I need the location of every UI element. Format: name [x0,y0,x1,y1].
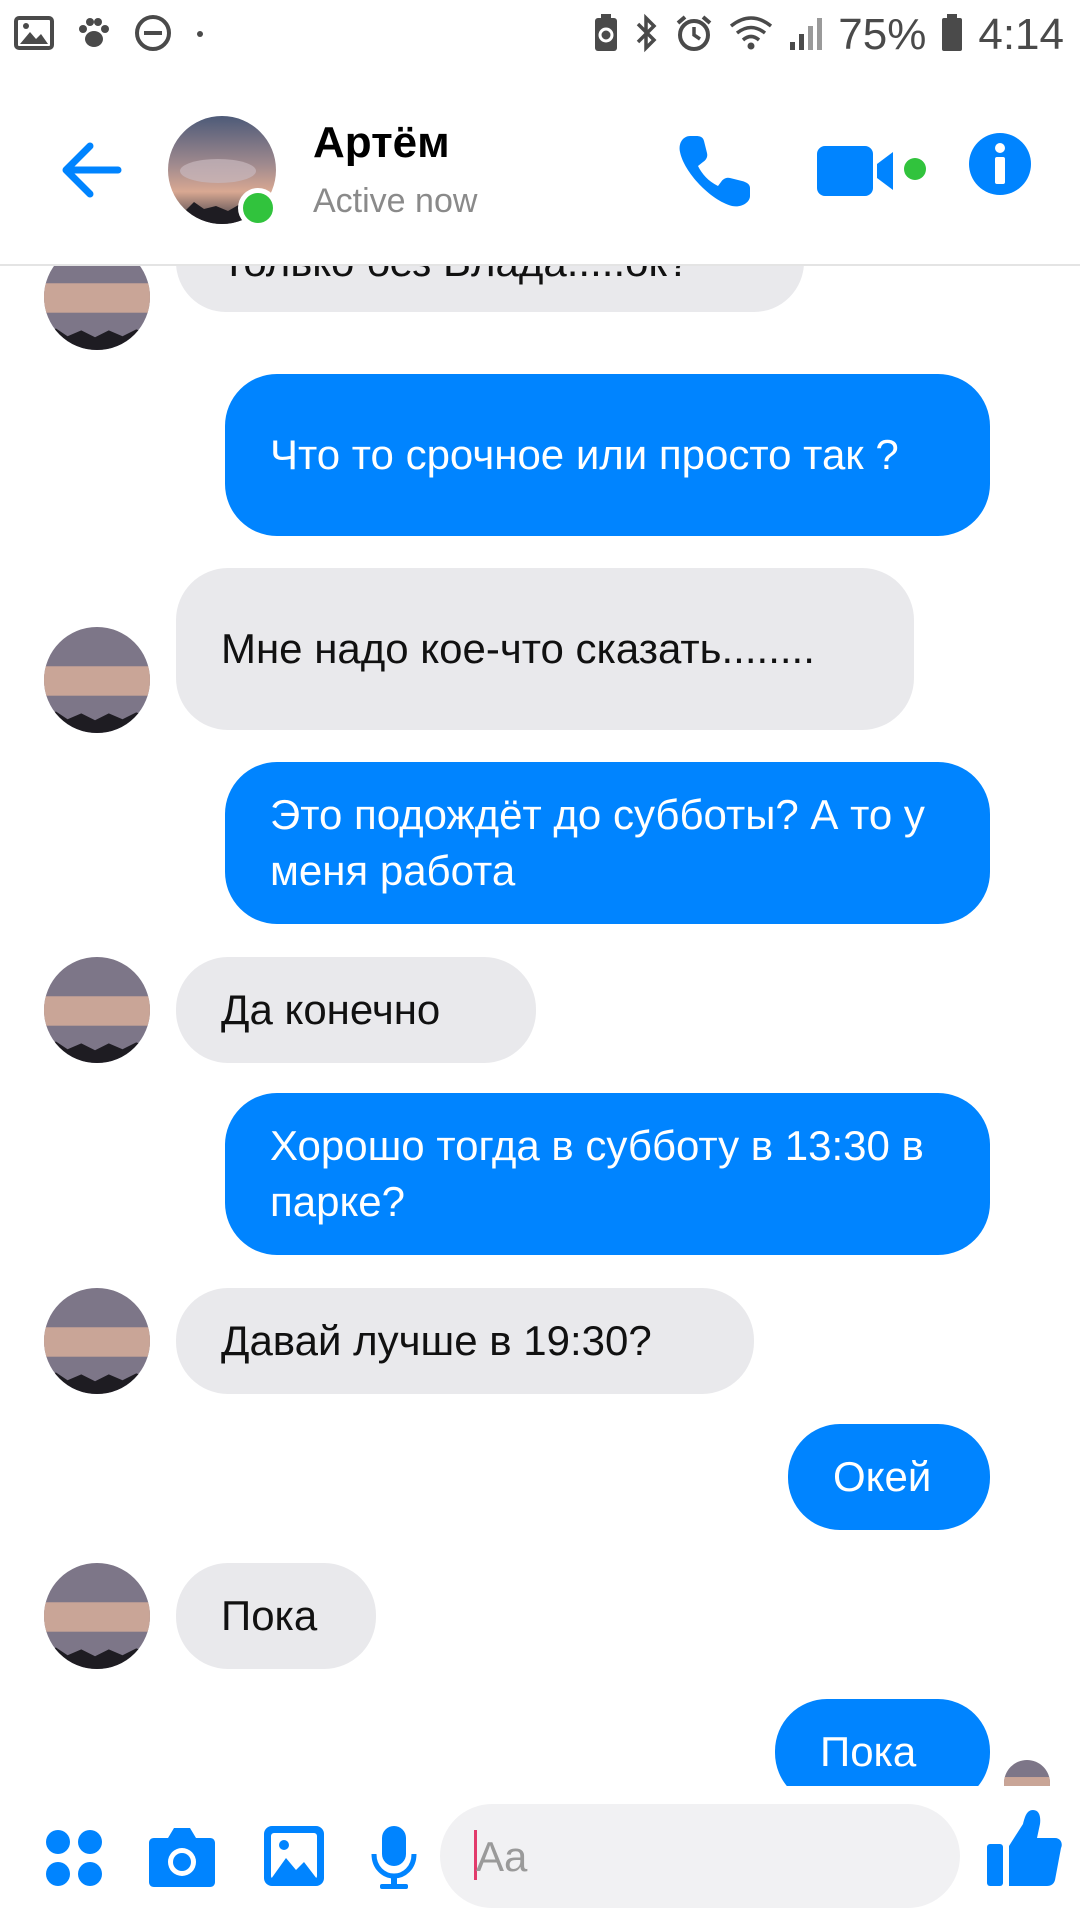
signal-icon [788,14,824,57]
do-not-disturb-icon [134,14,172,57]
message-thread[interactable]: Только без Влада.....ок? Что то срочное … [0,266,1080,1786]
four-dots-icon [46,1830,102,1886]
battery-percent: 75% [838,10,927,59]
seen-receipt-avatar [1004,1760,1050,1786]
messenger-screen: 75% 4:14 Артём Active now Что то срочное… [0,0,1080,1920]
message-text: Да конечно [221,986,441,1033]
thumbs-up-icon [987,1810,1062,1886]
sky-photo-icon [44,266,150,350]
message-text: Пока [221,1592,318,1639]
message-bubble-incoming[interactable]: Пока [176,1563,376,1669]
message-text: Давай лучше в 19:30? [221,1317,652,1364]
sender-avatar[interactable] [44,1288,150,1394]
sky-photo-icon [44,957,150,1063]
gallery-icon [14,16,54,55]
clock-time: 4:14 [978,10,1064,59]
voice-call-button[interactable] [670,126,760,216]
battery-saver-icon [592,13,620,58]
thumbs-up-button[interactable] [985,1806,1063,1890]
camera-button[interactable] [148,1824,216,1893]
message-text: Что то срочное или просто так ? [270,431,899,478]
message-bubble-incoming[interactable]: Да конечно [176,957,536,1063]
image-icon [264,1826,324,1886]
status-left-icons [14,14,206,57]
alarm-icon [674,13,714,58]
message-bubble-incoming[interactable]: Только без Влада.....ок? [176,266,804,312]
back-arrow-icon [62,142,122,198]
status-right-icons: 75% 4:14 [592,10,1064,60]
sender-avatar[interactable] [44,266,150,350]
sender-avatar[interactable] [44,627,150,733]
video-call-button[interactable] [815,136,935,206]
message-bubble-outgoing[interactable]: Окей [788,1424,990,1530]
camera-icon [149,1828,215,1887]
dot-icon [194,27,206,45]
message-text: Это подождёт до субботы? А то у меня раб… [270,791,925,894]
phone-icon [679,136,750,207]
message-bubble-outgoing[interactable]: Что то срочное или просто так ? [225,374,990,536]
message-bubble-incoming[interactable]: Давай лучше в 19:30? [176,1288,754,1394]
message-composer [0,1786,1080,1920]
message-bubble-outgoing[interactable]: Пока [775,1699,990,1786]
message-input-container[interactable] [440,1804,960,1908]
sky-photo-icon [44,627,150,733]
message-text: Пока [820,1728,917,1775]
microphone-icon [371,1826,417,1889]
bluetooth-icon [634,13,660,58]
message-bubble-incoming[interactable]: Мне надо кое-что сказать........ [176,568,914,730]
message-text: Хорошо тогда в субботу в 13:30 в парке? [270,1122,924,1225]
contact-name[interactable]: Артём [313,118,450,168]
contact-active-status: Active now [313,182,478,220]
sender-avatar[interactable] [44,957,150,1063]
message-text: Только без Влада.....ок? [221,266,690,290]
paw-icon [76,15,112,56]
sky-photo-icon [44,1288,150,1394]
message-input[interactable] [474,1826,858,1888]
message-bubble-outgoing[interactable]: Это подождёт до субботы? А то у меня раб… [225,762,990,924]
video-camera-icon [817,146,926,196]
wifi-icon [728,14,774,57]
back-button[interactable] [56,132,132,208]
sky-photo-icon [1004,1760,1050,1786]
info-icon [969,133,1031,195]
active-presence-dot [238,188,278,228]
conversation-header: Артём Active now [0,76,1080,266]
status-bar: 75% 4:14 [0,0,1080,76]
message-bubble-outgoing[interactable]: Хорошо тогда в субботу в 13:30 в парке? [225,1093,990,1255]
gallery-button[interactable] [262,1824,326,1893]
message-text: Мне надо кое-что сказать........ [221,625,815,672]
more-actions-button[interactable] [44,1828,104,1893]
battery-icon [940,13,964,58]
voice-message-button[interactable] [370,1824,418,1895]
message-text: Окей [833,1453,932,1500]
sky-photo-icon [44,1563,150,1669]
sender-avatar[interactable] [44,1563,150,1669]
conversation-info-button[interactable] [968,132,1032,196]
